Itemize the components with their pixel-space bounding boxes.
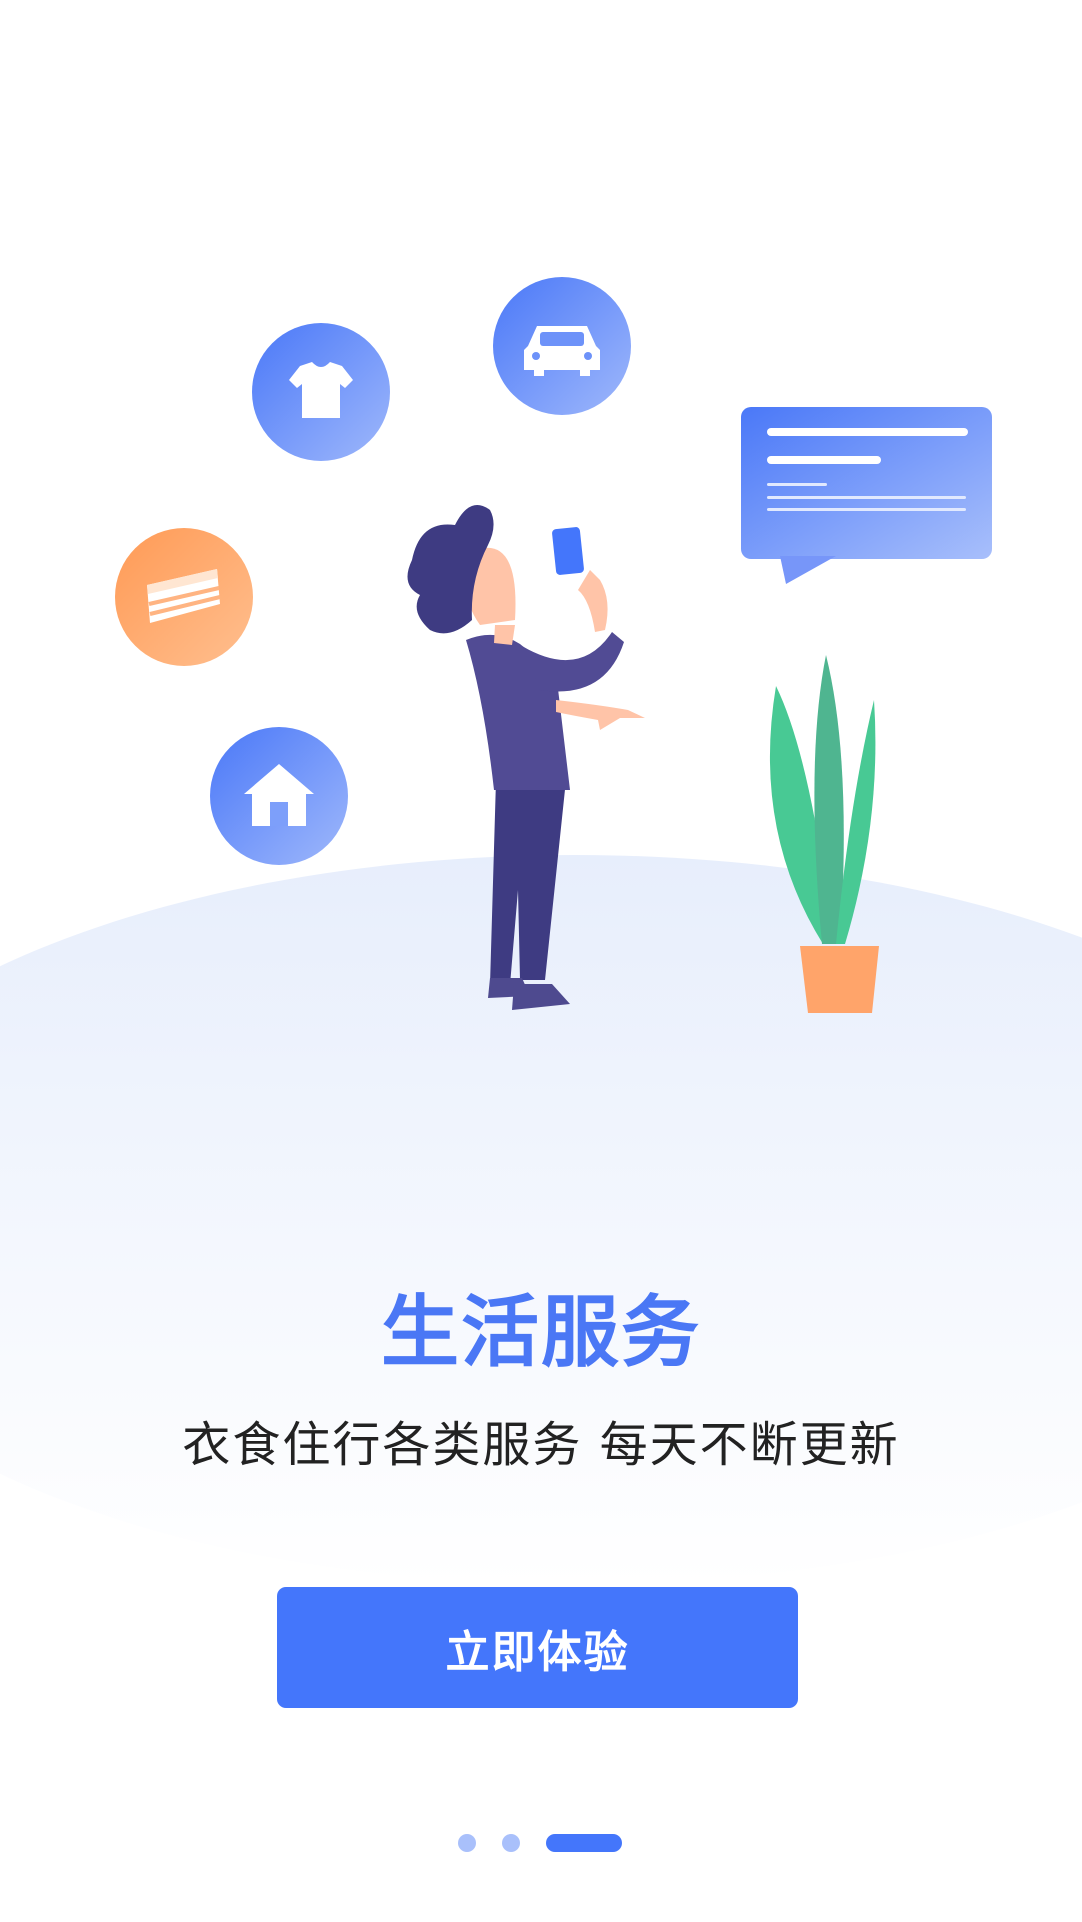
page-dot-1[interactable]: [458, 1834, 476, 1852]
page-title: 生活服务: [380, 1288, 701, 1378]
cake-icon: [115, 528, 253, 666]
page-indicator: [0, 1834, 1082, 1852]
page-dot-2[interactable]: [502, 1834, 520, 1852]
page-dot-3-active[interactable]: [546, 1834, 622, 1852]
onboarding-screen: 生活服务 衣食住行各类服务 每天不断更新 立即体验: [0, 0, 1082, 1922]
page-subtitle: 衣食住行各类服务 每天不断更新: [182, 1417, 900, 1473]
try-now-button[interactable]: 立即体验: [277, 1587, 798, 1708]
house-icon: [210, 727, 348, 865]
car-icon: [493, 277, 631, 415]
chat-bubble-icon: [741, 407, 992, 584]
shirt-icon: [252, 323, 390, 461]
